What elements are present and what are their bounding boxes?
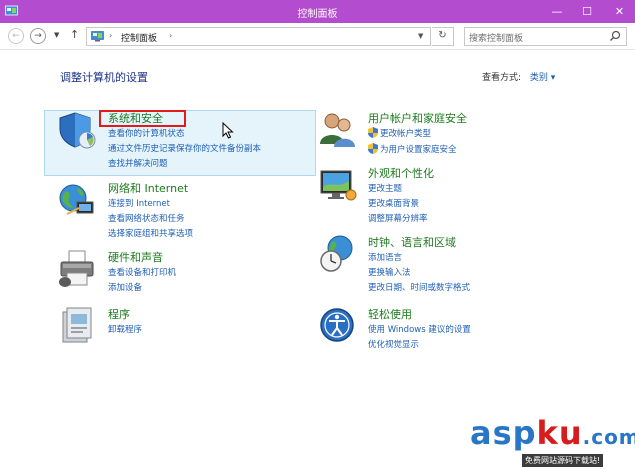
security-shield-icon xyxy=(59,112,96,149)
link-connect-internet[interactable]: 连接到 Internet xyxy=(108,197,170,209)
link-change-theme[interactable]: 更改主题 xyxy=(368,182,402,194)
category-title[interactable]: 轻松使用 xyxy=(368,306,412,322)
category-title[interactable]: 外观和个性化 xyxy=(368,165,434,181)
link-view-computer-status[interactable]: 查看你的计算机状态 xyxy=(108,127,185,139)
watermark-tagline: 免费网站源码下载站! xyxy=(522,454,604,467)
network-globe-icon xyxy=(59,184,94,215)
link-devices-printers[interactable]: 查看设备和打印机 xyxy=(108,266,176,278)
link-homegroup-sharing[interactable]: 选择家庭组和共享选项 xyxy=(108,227,193,239)
category-title[interactable]: 程序 xyxy=(108,306,130,322)
navigation-bar: ← → ▼ ↑ › 控制面板 › ▼ ↻ 搜索控制面板 xyxy=(0,23,635,50)
users-icon xyxy=(320,113,355,147)
category-title[interactable]: 硬件和声音 xyxy=(108,249,163,265)
watermark-logo: aspku.com 免费网站源码下载站! xyxy=(470,417,635,467)
arrow-left-icon: ← xyxy=(12,31,20,41)
search-icon xyxy=(610,30,621,41)
refresh-button[interactable]: ↻ xyxy=(432,27,454,46)
mouse-cursor-icon xyxy=(222,122,234,139)
watermark-brand: aspku.com xyxy=(470,417,635,453)
control-panel-icon xyxy=(91,31,104,42)
view-by: 查看方式: 类别 ▾ xyxy=(482,70,555,83)
address-dropdown[interactable]: ▼ xyxy=(418,32,423,40)
forward-button[interactable]: → xyxy=(30,28,46,44)
breadcrumb-separator[interactable]: › xyxy=(169,31,172,40)
address-bar[interactable]: › 控制面板 › ▼ xyxy=(86,27,431,46)
watermark-ku: ku xyxy=(536,414,583,452)
back-button[interactable]: ← xyxy=(8,28,24,44)
uac-shield-icon xyxy=(368,143,378,154)
link-date-time-format[interactable]: 更改日期、时间或数字格式 xyxy=(368,281,470,293)
link-file-history-backup[interactable]: 通过文件历史记录保存你的文件备份副本 xyxy=(108,142,261,154)
watermark-asp: asp xyxy=(470,414,537,452)
up-button[interactable]: ↑ xyxy=(70,28,79,41)
window-title: 控制面板 xyxy=(297,9,338,20)
view-by-label: 查看方式: xyxy=(482,73,522,83)
breadcrumb-separator[interactable]: › xyxy=(109,31,112,40)
link-add-language[interactable]: 添加语言 xyxy=(368,251,402,263)
arrow-right-icon: → xyxy=(34,31,42,41)
link-troubleshoot[interactable]: 查找并解决问题 xyxy=(108,157,168,169)
breadcrumb-control-panel[interactable]: 控制面板 xyxy=(121,31,157,44)
link-screen-resolution[interactable]: 调整屏幕分辨率 xyxy=(368,212,428,224)
page-title: 调整计算机的设置 xyxy=(60,71,148,84)
title-bar: 控制面板 — ☐ ✕ xyxy=(0,0,635,23)
search-input[interactable]: 搜索控制面板 xyxy=(464,27,627,46)
printer-icon xyxy=(59,250,94,287)
uac-shield-icon xyxy=(368,127,378,138)
link-recommended-settings[interactable]: 使用 Windows 建议的设置 xyxy=(368,323,471,335)
watermark-tld: .com xyxy=(582,425,635,449)
recent-locations-dropdown[interactable]: ▼ xyxy=(54,31,59,39)
ease-of-access-icon xyxy=(320,308,354,342)
appearance-icon xyxy=(320,170,357,201)
category-title[interactable]: 时钟、语言和区域 xyxy=(368,234,456,250)
link-network-status[interactable]: 查看网络状态和任务 xyxy=(108,212,185,224)
link-change-account-type[interactable]: 更改帐户类型 xyxy=(380,127,431,139)
programs-icon xyxy=(62,307,92,343)
category-title[interactable]: 网络和 Internet xyxy=(108,180,188,196)
link-desktop-background[interactable]: 更改桌面背景 xyxy=(368,197,419,209)
view-by-dropdown[interactable]: 类别 ▾ xyxy=(530,73,555,83)
arrow-up-icon: ↑ xyxy=(70,28,80,41)
link-uninstall-program[interactable]: 卸载程序 xyxy=(108,323,142,335)
link-change-input-method[interactable]: 更换输入法 xyxy=(368,266,411,278)
clock-globe-icon xyxy=(320,235,353,272)
maximize-button[interactable]: ☐ xyxy=(574,0,600,23)
link-optimize-visual-display[interactable]: 优化视觉显示 xyxy=(368,338,419,350)
search-placeholder: 搜索控制面板 xyxy=(469,34,524,44)
minimize-button[interactable]: — xyxy=(544,0,570,23)
category-title[interactable]: 用户帐户和家庭安全 xyxy=(368,110,467,126)
annotation-highlight-box xyxy=(99,110,186,127)
link-add-device[interactable]: 添加设备 xyxy=(108,281,142,293)
link-family-safety[interactable]: 为用户设置家庭安全 xyxy=(380,143,457,155)
close-button[interactable]: ✕ xyxy=(604,0,635,23)
